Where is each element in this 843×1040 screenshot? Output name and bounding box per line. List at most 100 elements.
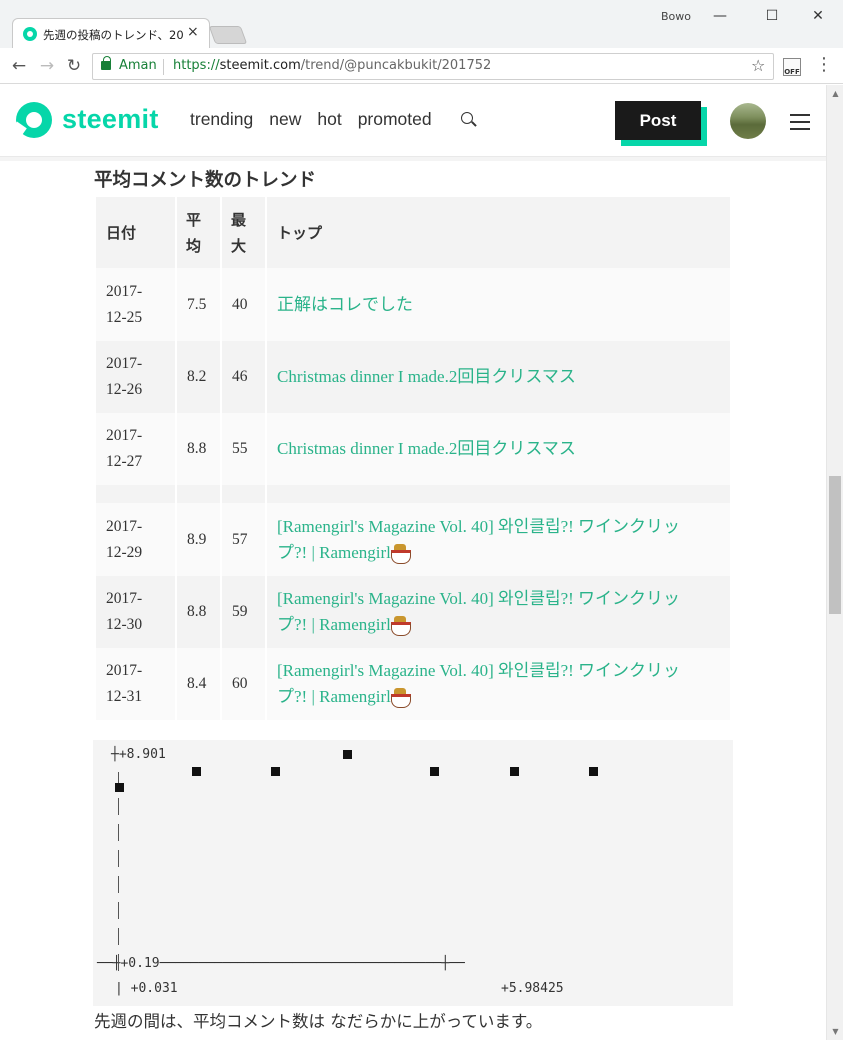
cell-date: 2017- 12-27	[96, 413, 175, 485]
steemit-logo-icon[interactable]	[16, 102, 52, 138]
article-caption: 先週の間は、平均コメント数は なだらかに上がっています。	[94, 1012, 543, 1031]
cell-max: 57	[222, 503, 265, 576]
cell-date: 2017- 12-31	[96, 648, 175, 720]
url-text[interactable]: https://steemit.com/trend/@puncakbukit/2…	[173, 58, 491, 73]
close-window-button[interactable]: ✕	[798, 4, 838, 28]
cell-top-link[interactable]: [Ramengirl's Magazine Vol. 40] 와인클립?! ワイ…	[267, 503, 730, 576]
table-header-row: 日付 平均 最大 トップ	[96, 197, 730, 268]
cell-avg: 7.5	[177, 268, 220, 341]
date-line-2: 12-30	[106, 616, 143, 633]
cell-avg: 8.4	[177, 648, 220, 720]
y-axis-dash	[118, 954, 120, 971]
date-line-2: 12-26	[106, 381, 143, 398]
cell-date: 2017- 12-29	[96, 503, 175, 576]
date-line-2: 12-31	[106, 688, 143, 705]
scatter-point	[191, 766, 201, 776]
cell-max: 60	[222, 648, 265, 720]
cell-max: 59	[222, 576, 265, 648]
y-axis-dash	[118, 798, 120, 815]
y-axis-dash	[118, 902, 120, 919]
lock-icon	[101, 56, 111, 70]
scatter-point	[115, 783, 124, 793]
ramen-emoji-icon	[390, 616, 411, 636]
cell-max: 40	[222, 268, 265, 341]
cell-empty	[177, 485, 220, 503]
section-title: 平均コメント数のトレンド	[94, 170, 317, 191]
header-date: 日付	[96, 197, 175, 268]
post-button[interactable]: Post	[615, 101, 701, 140]
cell-date: 2017- 12-26	[96, 341, 175, 413]
url-scheme: https://	[173, 58, 220, 73]
maximize-button[interactable]: ☐	[752, 4, 792, 28]
browser-toolbar: ← → ↻ Aman https://steemit.com/trend/@pu…	[0, 48, 843, 84]
search-icon[interactable]	[461, 112, 473, 124]
nav-new[interactable]: new	[269, 109, 301, 130]
cell-top-link[interactable]: Christmas dinner I made.2回目クリスマス	[267, 413, 730, 485]
address-bar[interactable]: Aman https://steemit.com/trend/@puncakbu…	[92, 53, 774, 80]
bookmark-star-icon[interactable]: ☆	[751, 56, 765, 75]
page-viewport: steemit trending new hot promoted Post 平…	[0, 85, 826, 1040]
user-avatar[interactable]	[730, 103, 766, 139]
scroll-down-arrow-icon[interactable]: ▼	[827, 1023, 843, 1040]
cell-avg: 8.8	[177, 413, 220, 485]
table-row: 2017- 12-31 8.4 60 [Ramengirl's Magazine …	[96, 648, 730, 720]
table-row-partial	[96, 485, 730, 503]
nav-trending[interactable]: trending	[190, 109, 253, 130]
new-tab-button[interactable]	[208, 26, 248, 44]
nav-hot[interactable]: hot	[317, 109, 341, 130]
y-axis-top-label: ┼+8.901	[111, 747, 166, 762]
y-axis-dash	[118, 850, 120, 867]
cell-top-link[interactable]: 正解はコレでした	[267, 268, 730, 341]
steemit-logo-text[interactable]: steemit	[62, 104, 159, 135]
page-scrollbar[interactable]: ▲ ▼	[826, 85, 843, 1040]
site-nav: trending new hot promoted	[190, 109, 432, 130]
y-axis-dash	[118, 824, 120, 841]
scatter-point	[271, 766, 281, 776]
scatter-point	[342, 750, 352, 760]
header-max: 最大	[222, 197, 265, 268]
cell-top-link[interactable]: [Ramengirl's Magazine Vol. 40] 와인클립?! ワイ…	[267, 648, 730, 720]
scroll-up-arrow-icon[interactable]: ▲	[827, 85, 843, 102]
link-line-2: プ?! | Ramengirl	[277, 542, 391, 562]
url-divider	[163, 59, 164, 75]
site-header: steemit trending new hot promoted Post	[0, 85, 826, 157]
browser-tab[interactable]: 先週の投稿のトレンド、201 ×	[12, 18, 210, 48]
link-line-1: [Ramengirl's Magazine Vol. 40] 와인클립?! ワイ…	[277, 589, 681, 608]
cell-avg: 8.2	[177, 341, 220, 413]
scatter-point	[430, 766, 440, 776]
header-max-2: 大	[231, 236, 247, 255]
hamburger-menu-icon[interactable]	[790, 114, 810, 130]
cell-top-link[interactable]: [Ramengirl's Magazine Vol. 40] 와인클립?! ワイ…	[267, 576, 730, 648]
scatter-point	[509, 766, 519, 776]
header-avg-1: 平	[186, 210, 202, 229]
forward-button[interactable]: →	[36, 54, 58, 78]
reload-button[interactable]: ↻	[63, 54, 85, 78]
x-axis-left-label: | +0.031	[115, 981, 178, 996]
header-avg-2: 均	[186, 236, 202, 255]
link-line-1: [Ramengirl's Magazine Vol. 40] 와인클립?! ワイ…	[277, 516, 681, 536]
date-line-1: 2017-	[106, 662, 143, 679]
cell-top-link[interactable]: Christmas dinner I made.2回目クリスマス	[267, 341, 730, 413]
y-axis-dash	[118, 876, 120, 893]
browser-titlebar: 先週の投稿のトレンド、201 × Bowo — ☐ ✕	[0, 0, 843, 48]
table-row: 2017- 12-25 7.5 40 正解はコレでした	[96, 268, 730, 341]
extension-off-icon[interactable]: OFF	[783, 58, 801, 76]
cell-date: 2017- 12-25	[96, 268, 175, 341]
scroll-thumb[interactable]	[829, 476, 841, 614]
date-line-1: 2017-	[106, 427, 143, 444]
browser-menu-icon[interactable]: ⋮	[814, 54, 834, 75]
comment-trend-table: 日付 平均 最大 トップ 2017- 12-25 7.5 40 正解はコレでした …	[94, 197, 732, 720]
nav-promoted[interactable]: promoted	[358, 109, 432, 130]
x-left-value: +0.031	[130, 981, 178, 996]
cell-empty	[267, 485, 730, 503]
table-row: 2017- 12-27 8.8 55 Christmas dinner I mad…	[96, 413, 730, 485]
minimize-button[interactable]: —	[700, 4, 740, 28]
tab-close-icon[interactable]: ×	[187, 24, 199, 40]
table-row: 2017- 12-30 8.8 59 [Ramengirl's Magazine …	[96, 576, 730, 648]
cell-empty	[222, 485, 265, 503]
back-button[interactable]: ←	[8, 54, 30, 78]
scatter-point	[589, 766, 599, 776]
x-axis-right-label: +5.98425	[501, 981, 564, 996]
profile-name[interactable]: Bowo	[661, 10, 691, 23]
cell-max: 46	[222, 341, 265, 413]
